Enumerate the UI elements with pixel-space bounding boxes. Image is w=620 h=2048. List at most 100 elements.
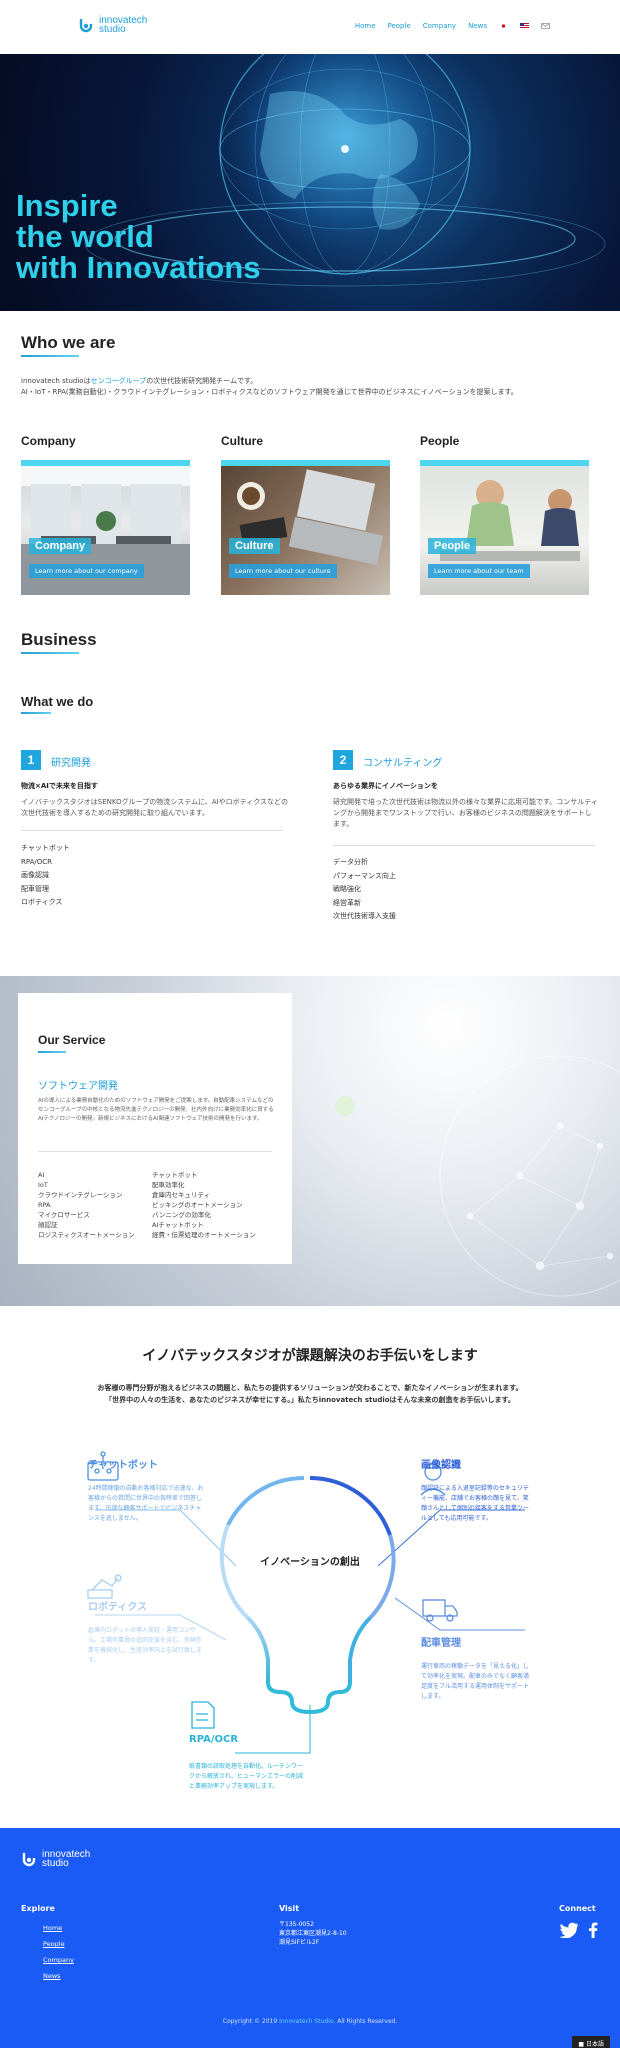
people-card[interactable]: People Learn more about our team <box>420 460 589 595</box>
main-nav: Home People Company News <box>355 22 550 30</box>
column-title-rd: 研究開発 <box>51 758 91 769</box>
hero-title-line1: Inspire <box>16 188 118 223</box>
site-header: innovatech studio Home People Company Ne… <box>0 0 620 54</box>
list-item: クラウドインテグレーション <box>38 1191 123 1199</box>
service-title: ソフトウェア開発 <box>38 1081 118 1092</box>
copyright-text: Copyright © 2019 <box>222 2018 280 2025</box>
who-text-b: の次世代技術研究開発チームです。 <box>146 377 258 385</box>
feature-title-chatbot: チャットボット <box>88 1460 158 1471</box>
heading-underline <box>21 652 79 654</box>
logo[interactable]: innovatech studio <box>78 16 147 35</box>
what-we-do-heading: What we do <box>21 694 94 709</box>
nav-news[interactable]: News <box>468 22 487 30</box>
footer-link-news[interactable]: News <box>43 1968 74 1984</box>
card-heading-culture: Culture <box>221 434 263 448</box>
service-list-left: AI IoT クラウドインテグレーション RPA マイクロサービス 顔認証 ロジ… <box>38 1170 148 1240</box>
company-card[interactable]: Company Learn more about our company <box>21 460 190 595</box>
people-learn-more-button[interactable]: Learn more about our team <box>428 564 530 578</box>
logo-icon <box>79 19 93 33</box>
footer-link-company[interactable]: Company <box>43 1952 74 1968</box>
culture-learn-more-button[interactable]: Learn more about our culture <box>229 564 337 578</box>
copyright-link[interactable]: Innovatech Studio <box>279 2018 333 2025</box>
company-card-label: Company <box>29 538 92 554</box>
divider <box>333 845 595 846</box>
column-title-consulting: コンサルティング <box>363 758 443 769</box>
site-footer: innovatech studio Explore Home People Co… <box>0 1828 620 2048</box>
list-item: チャットボット <box>152 1171 198 1179</box>
divider <box>38 1151 272 1152</box>
language-label: 日本語 <box>585 2041 604 2048</box>
list-item: データ分析 <box>333 858 368 866</box>
language-switcher[interactable]: ■ 日本語 <box>572 2036 610 2048</box>
facebook-icon[interactable] <box>588 1922 598 1938</box>
list-item: ロボティクス <box>21 898 63 906</box>
footer-logo-line2: studio <box>42 1858 69 1869</box>
twitter-icon[interactable] <box>559 1922 579 1938</box>
feature-title-dispatch: 配車管理 <box>421 1638 461 1649</box>
footer-link-home[interactable]: Home <box>43 1920 74 1936</box>
column-subtitle-rd: 物流×AIで未来を目指す <box>21 782 98 790</box>
nav-people[interactable]: People <box>388 22 411 30</box>
list-item: 戦略強化 <box>333 885 361 893</box>
hero-title-line2: the world <box>16 219 154 254</box>
list-item: ロジスティクスオートメーション <box>38 1231 135 1239</box>
footer-links: Home People Company News <box>43 1920 74 1984</box>
who-text-a: innovatech studioは <box>21 377 91 385</box>
heading-underline <box>21 712 51 714</box>
footer-address: 〒135-0052 東京都江東区潮見2-8-10 潮見SIFビル2F <box>279 1920 347 1947</box>
service-card: Our Service ソフトウェア開発 AIの導入による業務自動化のためのソフ… <box>18 993 292 1264</box>
copyright-text-end: . All Rights Reserved. <box>333 2018 398 2025</box>
card-heading-company: Company <box>21 434 76 448</box>
list-item: 画像認識 <box>21 871 49 879</box>
column-text-consulting: 研究開発で培った次世代技術は物流以外の様々な業界に応用可能です。コンサルティング… <box>333 798 598 828</box>
list-item: ピッキングのオートメーション <box>152 1201 243 1209</box>
us-flag-icon[interactable] <box>520 23 529 29</box>
footer-link-people[interactable]: People <box>43 1936 74 1952</box>
who-we-are-text: innovatech studioはセンコーグループの次世代技術研究開発チームで… <box>21 376 606 398</box>
feature-text-chatbot: 24時間稼働の自動お客様対応で迅速な、お客様からの質問に世界中の各時差で回答しま… <box>88 1485 204 1522</box>
heading-underline <box>21 355 79 357</box>
culture-card[interactable]: Culture Learn more about our culture <box>221 460 390 595</box>
mail-icon[interactable] <box>541 23 550 29</box>
senko-group-link[interactable]: センコーグループ <box>91 377 147 385</box>
solution-text-1: お客様の専門分野が抱えるビジネスの問題と、私たちの提供するソリューションが交わる… <box>97 1384 523 1392</box>
service-list-right: チャットボット 配車効率化 倉庫内セキュリティ ピッキングのオートメーション バ… <box>152 1170 257 1240</box>
list-item: 経費・伝票処理のオートメーション <box>152 1231 256 1239</box>
column-number-2: 2 <box>333 750 353 770</box>
column-number-1: 1 <box>21 750 41 770</box>
list-item: RPA <box>38 1201 51 1209</box>
list-item: RPA/OCR <box>21 857 53 866</box>
hero-title: Inspire the world with Innovations <box>16 190 261 283</box>
service-section: Our Service ソフトウェア開発 AIの導入による業務自動化のためのソフ… <box>0 976 620 1306</box>
list-item: 配車管理 <box>21 884 49 893</box>
company-learn-more-button[interactable]: Learn more about our company <box>29 564 144 578</box>
list-item: パフォーマンス向上 <box>333 871 396 880</box>
address-line: 東京都江東区潮見2-8-10 <box>279 1930 347 1937</box>
connect-label: Connect <box>559 1904 596 1913</box>
hero-banner: Inspire the world with Innovations <box>0 54 620 311</box>
solution-text-2: 「世界中の人々の生活を、あなたのビジネスが幸せにする。」私たちinnovatec… <box>105 1396 515 1404</box>
bulb-center-label: イノベーションの創出 <box>260 1557 360 1568</box>
flag-icon: ■ <box>578 2041 585 2048</box>
list-item: 倉庫内セキュリティ <box>152 1191 211 1199</box>
list-item: バンニングの効率化 <box>152 1211 211 1219</box>
list-item: マイクロサービス <box>38 1211 90 1219</box>
who-we-are-heading: Who we are <box>21 333 116 352</box>
address-line: 潮見SIFビル2F <box>279 1939 320 1946</box>
feature-text-robotics: 倉庫内ロボットの導入実証・運用コンサル。工場作業員の巡回支援を含む、危険作業を機… <box>88 1627 203 1664</box>
feature-text-image-recognition: 顔認証による入退室記録等のセキュリティー機能、店舗でお客様の顔を見て、笑顔さんと… <box>421 1485 529 1522</box>
business-heading: Business <box>21 630 97 649</box>
logo-icon <box>22 1853 36 1867</box>
nav-company[interactable]: Company <box>423 22 456 30</box>
footer-logo[interactable]: innovatech studio <box>21 1850 90 1869</box>
japan-flag-icon[interactable] <box>499 23 508 29</box>
solution-title: イノバテックスタジオが課題解決のお手伝いをします <box>142 1348 478 1364</box>
address-line: 〒135-0052 <box>279 1921 314 1928</box>
list-item: AIチャットボット <box>152 1221 204 1229</box>
culture-card-label: Culture <box>229 538 280 554</box>
feature-text-rpa-ocr: 紙書類の読取処理を自動化。ルーチンワークから解放され、ヒューマンエラーの削減と業… <box>189 1763 304 1790</box>
list-item: IoT <box>38 1181 48 1189</box>
heading-underline <box>38 1051 66 1053</box>
nav-home[interactable]: Home <box>355 22 376 30</box>
hero-title-line3: with Innovations <box>16 250 261 285</box>
